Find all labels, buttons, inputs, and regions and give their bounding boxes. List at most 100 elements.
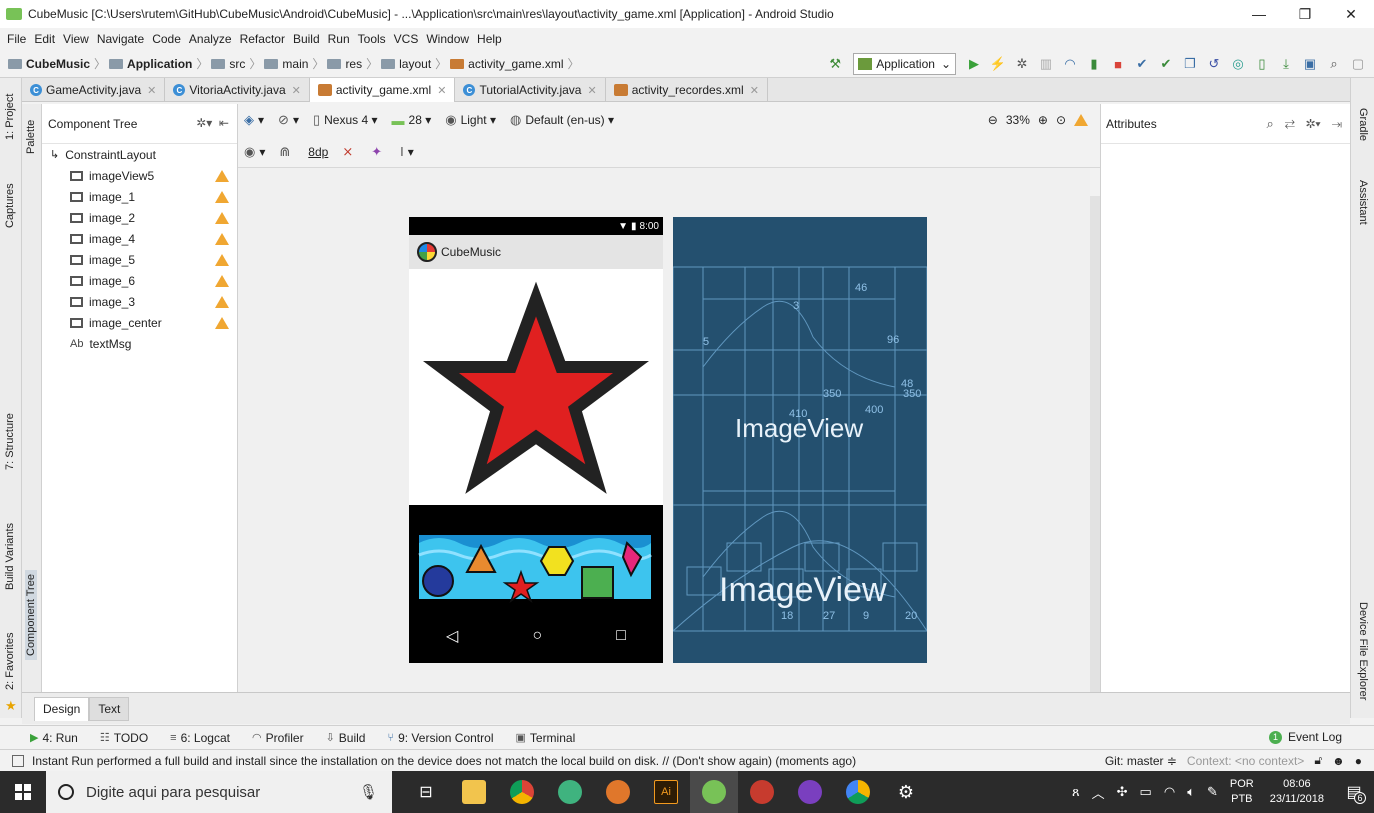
hide-panel-icon[interactable]: ⇥ (1332, 116, 1342, 131)
tab-activity-recordes-xml[interactable]: activity_recordes.xml ✕ (606, 78, 768, 102)
theme-select[interactable]: ◉ Light ▾ (445, 112, 496, 128)
build-variants-tool-button[interactable]: Build Variants (4, 523, 16, 590)
imageview-shapes[interactable] (409, 505, 663, 609)
zoom-to-fit-icon[interactable]: ⊙ (1056, 113, 1066, 127)
tab-design[interactable]: Design (34, 696, 90, 721)
context-indicator[interactable]: Context: <no context> (1187, 754, 1304, 768)
blueprint-preview[interactable]: 46 3 5 96 350 48 350 410 400 18 27 9 20 … (673, 217, 927, 663)
breadcrumb-cubemusic[interactable]: CubeMusic 〉 (8, 55, 106, 72)
tree-item-image-5[interactable]: image_5 (42, 249, 237, 270)
locale-select[interactable]: ◍ Default (en-us) ▾ (510, 112, 614, 128)
close-tab-icon[interactable]: ✕ (437, 84, 446, 97)
breadcrumb-application[interactable]: Application 〉 (109, 55, 208, 72)
gear-icon[interactable]: ✲▾ (1306, 116, 1321, 131)
warning-icon[interactable] (215, 190, 229, 203)
search-everywhere-icon[interactable]: ⌕ (1323, 54, 1345, 74)
event-log-button[interactable]: 1 Event Log (1268, 730, 1342, 744)
assistant-tool-button[interactable]: Assistant (1357, 180, 1369, 225)
git-branch[interactable]: Git: master ≑ (1105, 754, 1177, 768)
palette-tool-button[interactable]: Palette (25, 120, 37, 154)
chevron-up-icon[interactable]: ︿ (1092, 783, 1105, 802)
input-language[interactable]: POR PTB (1230, 777, 1254, 807)
profile-icon[interactable]: ◠ (1059, 54, 1081, 74)
tool-run[interactable]: ▶ 4: Run (30, 731, 78, 745)
warning-icon[interactable] (215, 253, 229, 266)
warning-icon[interactable] (215, 211, 229, 224)
menu-build[interactable]: Build (289, 32, 324, 46)
tool-window-toggle-icon[interactable] (12, 754, 24, 767)
tree-item-image-3[interactable]: image_3 (42, 291, 237, 312)
github-desktop-button[interactable] (786, 771, 834, 813)
vcs-revert-icon[interactable]: ↺ (1203, 54, 1225, 74)
sync-gradle-icon[interactable]: ◎ (1227, 54, 1249, 74)
structure-tool-button[interactable]: 7: Structure (4, 413, 16, 470)
wifi-icon[interactable]: ◠ (1164, 784, 1175, 800)
warning-icon[interactable] (215, 295, 229, 308)
people-icon[interactable]: ጸ (1072, 784, 1080, 800)
minimize-button[interactable]: — (1236, 0, 1282, 28)
menu-window[interactable]: Window (422, 32, 473, 46)
status-message[interactable]: Instant Run performed a full build and i… (32, 754, 856, 768)
orientation-select[interactable]: ⊘ ▾ (278, 112, 299, 128)
layout-inspector-icon[interactable]: ▢ (1347, 54, 1369, 74)
start-button[interactable] (0, 771, 46, 813)
tool-logcat[interactable]: ≡ 6: Logcat (170, 731, 230, 745)
tree-item-imageview5[interactable]: imageView5 (42, 165, 237, 186)
tool-terminal[interactable]: ▣ Terminal (515, 731, 575, 745)
android-studio-button[interactable] (690, 771, 738, 813)
illustrator-button[interactable]: Ai (642, 771, 690, 813)
close-button[interactable]: ✕ (1328, 0, 1374, 28)
dropbox-icon[interactable]: ✣ (1117, 784, 1128, 800)
run-configuration-select[interactable]: Application ⌄ (853, 53, 956, 75)
gear-icon[interactable]: ✲▾ ⇤ (196, 116, 229, 130)
menu-refactor[interactable]: Refactor (236, 32, 289, 46)
menu-navigate[interactable]: Navigate (93, 32, 148, 46)
tree-item-image-2[interactable]: image_2 (42, 207, 237, 228)
menu-code[interactable]: Code (148, 32, 185, 46)
guidelines-select[interactable]: I ▾ (400, 144, 414, 159)
warning-icon[interactable] (1074, 114, 1088, 126)
captures-tool-button[interactable]: Captures (4, 183, 16, 228)
search-icon[interactable]: ⌕ (1267, 116, 1274, 131)
menu-view[interactable]: View (59, 32, 93, 46)
vcs-commit-icon[interactable]: ✔ (1155, 54, 1177, 74)
tree-item-image-4[interactable]: image_4 (42, 228, 237, 249)
microphone-icon[interactable]: 🎙︎ (359, 783, 378, 801)
tool-build[interactable]: ⇩ Build (326, 731, 366, 745)
avd-manager-icon[interactable]: ▯ (1251, 54, 1273, 74)
breadcrumb-src[interactable]: src 〉 (211, 55, 261, 72)
settings-button[interactable]: ⚙ (882, 771, 930, 813)
device-file-explorer-tool-button[interactable]: Device File Explorer (1357, 602, 1369, 700)
breadcrumb-main[interactable]: main 〉 (264, 55, 324, 72)
tree-item-image-6[interactable]: image_6 (42, 270, 237, 291)
tab-activity-game-xml[interactable]: activity_game.xml ✕ (309, 78, 456, 102)
warning-icon[interactable] (215, 316, 229, 329)
tab-text[interactable]: Text (89, 696, 130, 721)
debug-icon[interactable]: ✲ (1011, 54, 1033, 74)
menu-edit[interactable]: Edit (30, 32, 59, 46)
taskbar-search-box[interactable]: Digite aqui para pesquisar 🎙︎ (46, 771, 392, 813)
clock[interactable]: 08:06 23/11/2018 (1270, 777, 1324, 807)
favorites-tool-button[interactable]: 2: Favorites (4, 633, 16, 690)
stop-icon[interactable]: ■ (1107, 54, 1129, 74)
tool-profiler[interactable]: ◠ Profiler (252, 731, 304, 745)
attach-debugger-icon[interactable]: ▮ (1083, 54, 1105, 74)
menu-analyze[interactable]: Analyze (185, 32, 236, 46)
gradle-tool-button[interactable]: Gradle (1357, 108, 1369, 141)
project-structure-icon[interactable]: ▣ (1299, 54, 1321, 74)
api-level-select[interactable]: ▬ 28 ▾ (392, 113, 432, 128)
battery-icon[interactable]: ▭ (1140, 784, 1152, 800)
google-drive-button[interactable] (834, 771, 882, 813)
infer-constraints-button[interactable]: ✦ (371, 144, 386, 160)
close-tab-icon[interactable]: ✕ (750, 84, 759, 97)
lock-icon[interactable]: 🔓︎ (1314, 753, 1322, 768)
menu-vcs[interactable]: VCS (390, 32, 423, 46)
run-icon[interactable]: ▶ (963, 54, 985, 74)
maximize-button[interactable]: ❐ (1282, 0, 1328, 28)
tree-root-constraintlayout[interactable]: ↳ ConstraintLayout (42, 144, 237, 165)
view-options-select[interactable]: ◉ ▾ (244, 144, 265, 160)
pen-icon[interactable]: ✎ (1207, 784, 1218, 800)
brave-button[interactable] (594, 771, 642, 813)
close-tab-icon[interactable]: ✕ (292, 84, 301, 97)
notifications-icon[interactable]: ● (1355, 754, 1362, 768)
